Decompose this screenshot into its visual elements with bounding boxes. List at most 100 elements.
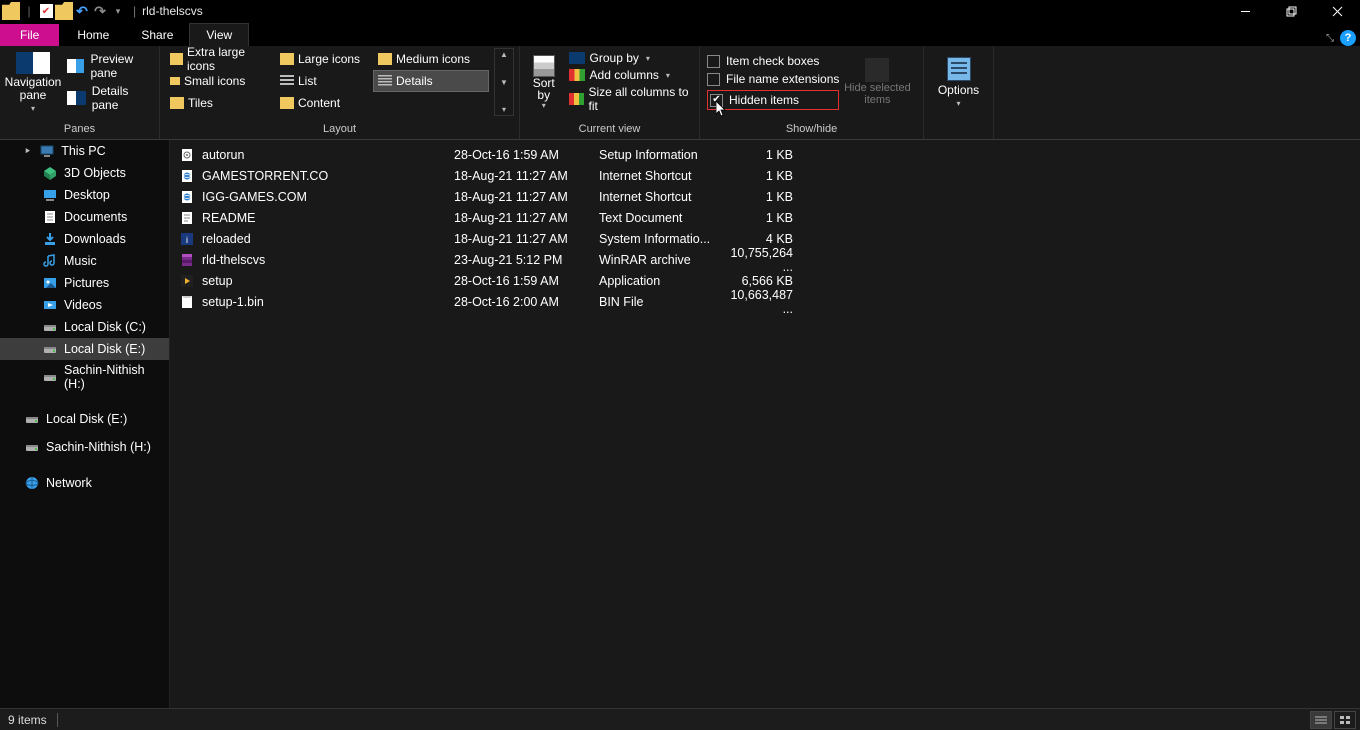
tab-home[interactable]: Home: [61, 24, 125, 46]
layout-large[interactable]: Large icons: [275, 48, 373, 70]
scroll-more-icon[interactable]: ▾: [502, 104, 506, 115]
layout-extra-large[interactable]: Extra large icons: [165, 48, 275, 70]
file-list-pane[interactable]: autorun28-Oct-16 1:59 AMSetup Informatio…: [170, 140, 1360, 708]
file-date: 18-Aug-21 11:27 AM: [454, 190, 599, 204]
file-row[interactable]: rld-thelscvs23-Aug-21 5:12 PMWinRAR arch…: [170, 249, 1360, 270]
sidebar-item[interactable]: Sachin-Nithish (H:): [0, 436, 169, 458]
tab-share[interactable]: Share: [125, 24, 189, 46]
qat-sep-icon: |: [20, 2, 38, 20]
tab-view[interactable]: View: [189, 23, 249, 46]
sidebar-item-label: Network: [46, 476, 92, 490]
file-row[interactable]: IGG-GAMES.COM18-Aug-21 11:27 AMInternet …: [170, 186, 1360, 207]
sidebar-item[interactable]: Local Disk (C:): [0, 316, 169, 338]
details-icon: [378, 75, 392, 87]
help-button[interactable]: ?: [1340, 30, 1356, 46]
sidebar-item[interactable]: 3D Objects: [0, 162, 169, 184]
file-size: 10,755,264 ...: [719, 246, 799, 274]
scroll-up-icon[interactable]: ▲: [500, 49, 508, 60]
navigation-tree[interactable]: ⯈ This PC 3D ObjectsDesktopDocumentsDownlo…: [0, 140, 170, 708]
hide-selected-icon: [865, 58, 889, 82]
sort-by-button[interactable]: Sort by ▾: [525, 48, 563, 116]
layout-content[interactable]: Content: [275, 92, 373, 114]
sidebar-item[interactable]: Documents: [0, 206, 169, 228]
file-icon: [178, 252, 196, 268]
sidebar-item-label: Local Disk (C:): [64, 320, 146, 334]
undo-icon[interactable]: ↶: [73, 2, 91, 20]
item-check-boxes-checkbox[interactable]: Item check boxes: [707, 54, 839, 68]
layout-small[interactable]: Small icons: [165, 70, 275, 92]
layout-scroll[interactable]: ▲ ▼ ▾: [494, 48, 514, 116]
preview-pane-button[interactable]: Preview pane: [67, 52, 154, 80]
maximize-button[interactable]: [1268, 0, 1314, 22]
file-date: 28-Oct-16 1:59 AM: [454, 274, 599, 288]
redo-icon[interactable]: ↷: [91, 2, 109, 20]
qat-customize-icon[interactable]: ▾: [109, 2, 127, 20]
downloads-icon: [42, 231, 58, 247]
file-size: 4 KB: [719, 232, 799, 246]
sidebar-item[interactable]: Local Disk (E:): [0, 338, 169, 360]
sidebar-item[interactable]: Music: [0, 250, 169, 272]
ribbon-group-options: Options ▾: [924, 46, 994, 139]
file-size: 1 KB: [719, 190, 799, 204]
layout-medium[interactable]: Medium icons: [373, 48, 489, 70]
file-name: README: [202, 211, 454, 225]
sidebar-item[interactable]: Pictures: [0, 272, 169, 294]
sidebar-item[interactable]: Local Disk (E:): [0, 408, 169, 430]
drive-icon: [42, 341, 58, 357]
file-name: rld-thelscvs: [202, 253, 454, 267]
sidebar-item[interactable]: Downloads: [0, 228, 169, 250]
sidebar-item[interactable]: ⯈ This PC: [0, 140, 169, 162]
navigation-pane-button[interactable]: Navigation pane ▾: [5, 48, 61, 116]
sidebar-item-label: Pictures: [64, 276, 109, 290]
size-all-columns-button[interactable]: Size all columns to fit: [569, 85, 694, 113]
file-icon: [178, 294, 196, 310]
file-date: 28-Oct-16 1:59 AM: [454, 148, 599, 162]
add-columns-button[interactable]: Add columns ▾: [569, 68, 694, 82]
file-row[interactable]: README18-Aug-21 11:27 AMText Document1 K…: [170, 207, 1360, 228]
file-row[interactable]: setup-1.bin28-Oct-16 2:00 AMBIN File10,6…: [170, 291, 1360, 312]
options-button[interactable]: Options ▾: [929, 48, 988, 116]
tab-file[interactable]: File: [0, 24, 59, 46]
expand-icon[interactable]: ⯈: [24, 146, 31, 157]
file-name-extensions-checkbox[interactable]: File name extensions: [707, 72, 839, 86]
scroll-down-icon[interactable]: ▼: [500, 77, 508, 88]
sidebar-item-label: Sachin-Nithish (H:): [64, 363, 165, 391]
ribbon-group-panes: Navigation pane ▾ Preview pane Details p…: [0, 46, 160, 139]
sidebar-item-label: This PC: [61, 144, 105, 158]
properties-icon[interactable]: ✔: [40, 4, 53, 18]
options-label: Options: [938, 83, 979, 97]
layout-list[interactable]: List: [275, 70, 373, 92]
minimize-ribbon-icon[interactable]: ⤡: [1326, 33, 1334, 44]
details-pane-button[interactable]: Details pane: [67, 84, 154, 112]
details-view-toggle[interactable]: [1310, 711, 1332, 729]
layout-details[interactable]: Details: [373, 70, 489, 92]
pc-icon: [39, 143, 55, 159]
minimize-button[interactable]: [1222, 0, 1268, 22]
sidebar-item[interactable]: Network: [0, 472, 169, 494]
music-icon: [42, 253, 58, 269]
file-row[interactable]: GAMESTORRENT.CO18-Aug-21 11:27 AMInterne…: [170, 165, 1360, 186]
file-size: 1 KB: [719, 211, 799, 225]
sidebar-item[interactable]: Sachin-Nithish (H:): [0, 360, 169, 394]
new-folder-icon[interactable]: [55, 2, 73, 20]
ribbon: Navigation pane ▾ Preview pane Details p…: [0, 46, 1360, 140]
sidebar-item[interactable]: Videos: [0, 294, 169, 316]
sidebar-item-label: Sachin-Nithish (H:): [46, 440, 151, 454]
file-icon: i: [178, 231, 196, 247]
navigation-pane-label: Navigation pane: [5, 76, 62, 102]
hidden-items-checkbox[interactable]: Hidden items: [707, 90, 839, 110]
preview-pane-label: Preview pane: [90, 52, 154, 80]
file-type: Application: [599, 274, 719, 288]
file-row[interactable]: autorun28-Oct-16 1:59 AMSetup Informatio…: [170, 144, 1360, 165]
file-type: Text Document: [599, 211, 719, 225]
layout-tiles[interactable]: Tiles: [165, 92, 275, 114]
group-by-button[interactable]: Group by ▾: [569, 51, 694, 65]
extra-large-icons-icon: [170, 53, 183, 65]
docs-icon: [42, 209, 58, 225]
file-icon: [178, 189, 196, 205]
file-date: 18-Aug-21 11:27 AM: [454, 211, 599, 225]
chevron-down-icon: ▾: [666, 71, 670, 80]
thumbnails-view-toggle[interactable]: [1334, 711, 1356, 729]
sidebar-item[interactable]: Desktop: [0, 184, 169, 206]
close-button[interactable]: [1314, 0, 1360, 22]
